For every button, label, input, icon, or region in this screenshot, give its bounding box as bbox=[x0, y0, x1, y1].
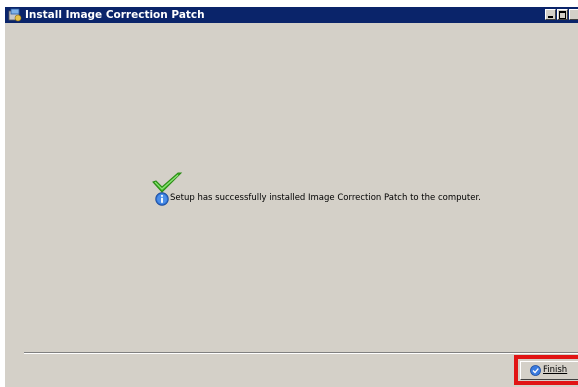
finish-icon bbox=[530, 365, 541, 376]
close-button[interactable] bbox=[569, 9, 578, 20]
footer-separator bbox=[24, 352, 578, 354]
success-message: Setup has successfully installed Image C… bbox=[170, 193, 481, 203]
finish-button-label: Finish bbox=[543, 365, 568, 375]
info-icon bbox=[155, 192, 169, 206]
screen: Install Image Correction Patch Setup has… bbox=[0, 0, 578, 387]
installer-window: Install Image Correction Patch Setup has… bbox=[5, 7, 578, 387]
installer-icon bbox=[8, 8, 22, 22]
window-title: Install Image Correction Patch bbox=[25, 9, 205, 21]
maximize-button[interactable] bbox=[557, 9, 568, 20]
minimize-button[interactable] bbox=[545, 9, 556, 20]
title-bar[interactable]: Install Image Correction Patch bbox=[5, 7, 578, 23]
finish-button[interactable]: Finish bbox=[520, 361, 578, 380]
